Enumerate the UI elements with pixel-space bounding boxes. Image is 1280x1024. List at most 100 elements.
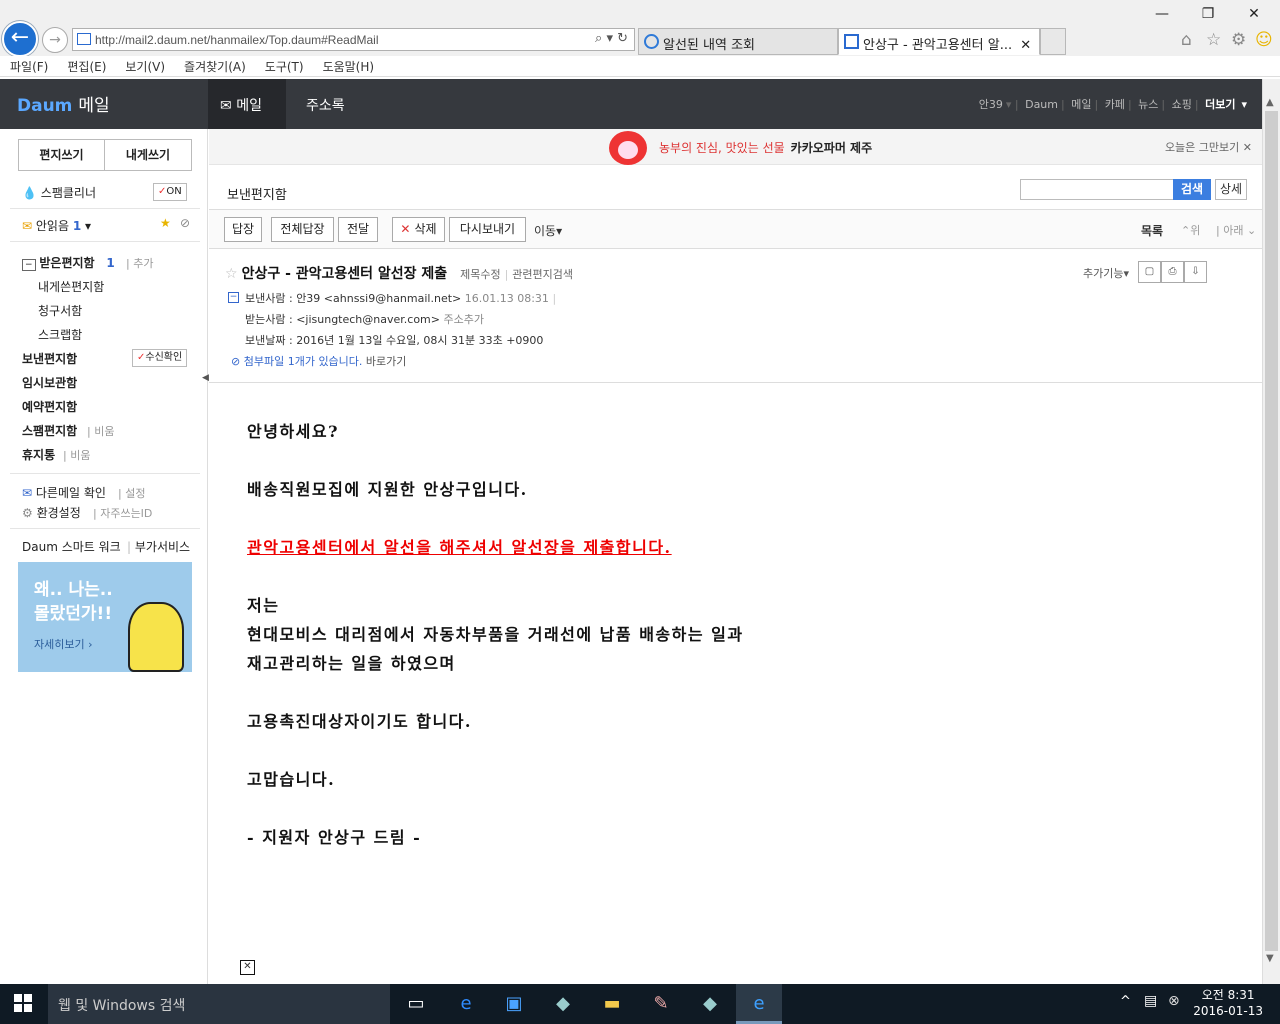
banner-close[interactable]: 오늘은 그만보기 ✕ — [1165, 139, 1252, 155]
edge-icon[interactable]: e — [443, 984, 489, 1024]
read-receipt-button[interactable]: ✓수신확인 — [132, 349, 188, 367]
store-app-icon[interactable]: ▣ — [491, 984, 537, 1024]
nav-user[interactable]: 안39 — [979, 98, 1003, 111]
other-mail-check[interactable]: ✉ 다른메일 확인 — [22, 484, 106, 501]
home-icon[interactable]: ⌂ — [1181, 30, 1192, 50]
browser-tab-1[interactable]: 알선된 내역 조회 — [638, 28, 838, 55]
nav-cafe[interactable]: 카페 — [1105, 98, 1125, 111]
notification-icon[interactable]: ▤ — [1144, 993, 1157, 1009]
smiley-icon[interactable]: ☺ — [1255, 30, 1273, 50]
network-icon[interactable]: ⊗ — [1168, 993, 1180, 1009]
sidebar-item-scrap[interactable]: 스크랩함 — [38, 326, 82, 343]
collapse-sidebar-icon[interactable]: ◀ — [202, 373, 209, 383]
menu-tools[interactable]: 도구(T) — [255, 56, 313, 75]
attachment-filter-icon[interactable]: ⊘ — [180, 216, 190, 230]
daum-logo[interactable]: Daum 메일 — [17, 91, 110, 116]
recipient-address[interactable]: <jisungtech@naver.com> — [296, 313, 440, 326]
write-to-self-button[interactable]: 내게쓰기 — [104, 139, 192, 171]
back-arrow-icon[interactable]: ← — [2, 21, 38, 57]
taskbar-clock[interactable]: 오전 8:31 2016-01-13 — [1193, 987, 1263, 1019]
ad-more-link[interactable]: 자세히보기 › — [34, 636, 93, 652]
forward-button[interactable]: 전달 — [338, 217, 378, 242]
page-scrollbar[interactable]: ▲ ▼ — [1262, 79, 1280, 984]
sender-address[interactable]: 안39 <ahnssi9@hanmail.net> — [296, 292, 461, 305]
windows-start-icon[interactable] — [14, 994, 32, 1012]
delete-button[interactable]: ✕ 삭제 — [392, 217, 445, 242]
app-icon[interactable]: ◆ — [540, 984, 586, 1024]
smart-work-link[interactable]: Daum 스마트 워크 — [22, 538, 121, 555]
sidebar-item-trash[interactable]: 휴지통 — [22, 446, 55, 463]
gear-icon[interactable]: ⚙ — [1231, 30, 1246, 50]
spam-cleaner-toggle[interactable]: ✓ON — [153, 183, 187, 201]
internet-explorer-icon[interactable]: e — [736, 984, 782, 1024]
unread-filter[interactable]: ✉ 안읽음 1 ▾ — [22, 217, 91, 234]
sidebar-item-spam[interactable]: 스팸편지함 — [22, 422, 77, 439]
spam-cleaner[interactable]: 💧 스팸클리너 — [22, 184, 96, 201]
menu-view[interactable]: 보기(V) — [115, 56, 174, 75]
sidebar-item-scheduled[interactable]: 예약편지함 — [22, 398, 77, 415]
restore-icon[interactable]: ❐ — [1196, 6, 1220, 22]
frequent-id-link[interactable]: | 자주쓰는ID — [93, 505, 152, 521]
sidebar-item-drafts[interactable]: 임시보관함 — [22, 374, 77, 391]
addon-services-link[interactable]: | 부가서비스 — [127, 538, 190, 555]
scroll-up-icon[interactable]: ▲ — [1266, 97, 1274, 108]
app-icon[interactable]: ◆ — [687, 984, 733, 1024]
settings-link[interactable]: ⚙ 환경설정 — [22, 504, 81, 521]
task-view-icon[interactable]: ▭ — [393, 984, 439, 1024]
menu-favorites[interactable]: 즐겨찾기(A) — [174, 56, 255, 75]
print-icon[interactable]: ⎙ — [1161, 261, 1184, 283]
tab-addressbook[interactable]: 주소록 — [306, 95, 345, 115]
address-bar[interactable]: http://mail2.daum.net/hanmailex/Top.daum… — [72, 28, 635, 51]
resend-button[interactable]: 다시보내기 — [449, 217, 526, 242]
nav-shopping[interactable]: 쇼핑 — [1172, 98, 1192, 111]
browser-tab-2[interactable]: 안상구 - 관악고용센터 알... ✕ — [838, 28, 1040, 55]
nav-more[interactable]: 더보기 — [1205, 98, 1235, 111]
trash-empty-link[interactable]: | 비움 — [63, 447, 90, 463]
menu-edit[interactable]: 편집(E) — [57, 56, 115, 75]
favorites-star-icon[interactable]: ☆ — [1206, 30, 1221, 50]
tray-chevron-icon[interactable]: ^ — [1120, 994, 1131, 1009]
save-download-icon[interactable]: ⇩ — [1184, 261, 1207, 283]
edit-subject-link[interactable]: 제목수정 — [460, 268, 500, 281]
collapse-header-icon[interactable]: − — [228, 292, 239, 303]
scroll-thumb[interactable] — [1265, 111, 1278, 951]
search-button[interactable]: 검색 — [1173, 179, 1211, 200]
scroll-down-icon[interactable]: ▼ — [1266, 953, 1274, 964]
reply-all-button[interactable]: 전체답장 — [271, 217, 334, 242]
other-mail-setting-link[interactable]: | 설정 — [118, 485, 145, 501]
menu-file[interactable]: 파일(F) — [0, 56, 57, 75]
list-link[interactable]: 목록 — [1141, 222, 1163, 239]
related-search-link[interactable]: 관련편지검색 — [512, 268, 573, 281]
sidebar-ad[interactable]: 왜.. 나는.. 몰랐던가!! 자세히보기 › — [18, 562, 192, 672]
paint-icon[interactable]: ✎ — [638, 984, 684, 1024]
url-text[interactable]: http://mail2.daum.net/hanmailex/Top.daum… — [95, 33, 379, 47]
add-address-link[interactable]: 주소추가 — [443, 313, 483, 326]
detail-search-button[interactable]: 상세 — [1215, 179, 1247, 200]
search-input[interactable] — [1020, 179, 1174, 200]
promo-banner[interactable]: 농부의 진심, 맛있는 선물 카카오파머 제주 오늘은 그만보기 ✕ — [209, 129, 1262, 165]
tab-mail[interactable]: ✉ 메일 — [208, 79, 286, 129]
spam-empty-link[interactable]: | 비움 — [87, 423, 114, 439]
close-tab-icon[interactable]: ✕ — [1020, 38, 1031, 53]
sidebar-item-sent[interactable]: 보낸편지함 — [22, 350, 77, 367]
attachment-goto-link[interactable]: 바로가기 — [366, 355, 406, 368]
next-mail-link[interactable]: | 아래 ⌄ — [1216, 222, 1256, 238]
inbox-add-link[interactable]: | 추가 — [126, 255, 153, 271]
sidebar-item-bills[interactable]: 청구서함 — [38, 302, 82, 319]
nav-mail[interactable]: 메일 — [1071, 98, 1091, 111]
nav-daum[interactable]: Daum — [1025, 98, 1058, 111]
forward-arrow-icon[interactable]: → — [42, 27, 68, 53]
search-refresh-icon[interactable]: ⌕ ▾ ↻ — [595, 31, 628, 46]
sidebar-item-inbox[interactable]: − 받은편지함 1 — [22, 254, 115, 271]
compose-button[interactable]: 편지쓰기 — [18, 139, 105, 171]
file-explorer-icon[interactable]: ▬ — [589, 984, 635, 1024]
menu-help[interactable]: 도움말(H) — [313, 56, 384, 75]
move-dropdown[interactable]: 이동▾ — [534, 222, 562, 239]
more-functions-dropdown[interactable]: 추가기능▾ — [1083, 265, 1129, 281]
nav-news[interactable]: 뉴스 — [1138, 98, 1158, 111]
reply-button[interactable]: 답장 — [224, 217, 262, 242]
taskbar-search-input[interactable]: 웹 및 Windows 검색 — [48, 984, 390, 1024]
close-window-icon[interactable]: ✕ — [1242, 6, 1266, 22]
new-tab-button[interactable] — [1040, 28, 1066, 55]
prev-mail-link[interactable]: ⌃위 — [1181, 222, 1200, 238]
